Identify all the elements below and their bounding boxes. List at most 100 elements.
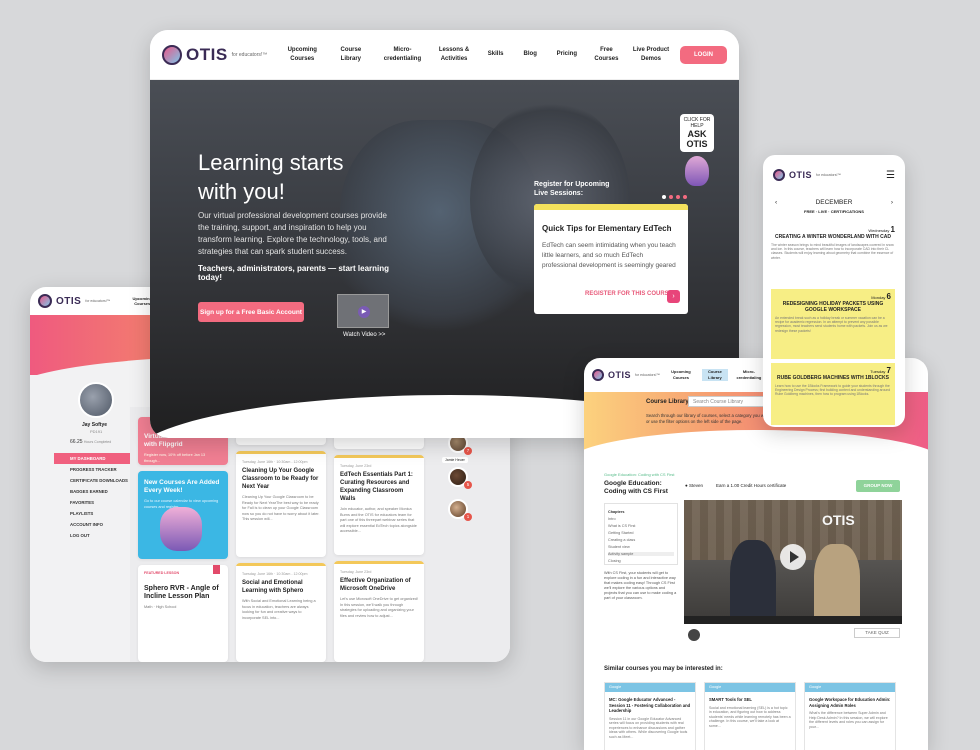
carousel-dots[interactable] bbox=[662, 195, 687, 199]
watch-video-link[interactable]: Watch Video >> bbox=[343, 332, 385, 338]
video-player[interactable]: OTIS bbox=[684, 500, 902, 624]
course-desc: EdTech can seem intimidating when you te… bbox=[542, 242, 676, 269]
chapter-item[interactable]: Creating a class bbox=[608, 538, 674, 542]
similar-course-card[interactable]: Google Google Workspace for Education Ad… bbox=[804, 682, 896, 750]
nav-upcoming-courses[interactable]: Upcoming Courses bbox=[283, 46, 321, 64]
carousel-dot[interactable] bbox=[683, 195, 687, 199]
video-controls[interactable] bbox=[684, 616, 902, 624]
notification-badge: 1 bbox=[464, 513, 472, 521]
hamburger-menu-icon[interactable]: ☰ bbox=[886, 170, 895, 181]
course-card[interactable]: Tuesday, June 16th · 10:30am - 12:00pm C… bbox=[236, 451, 326, 557]
card-accent bbox=[236, 563, 326, 566]
course-card[interactable]: Tuesday, June 16th · 10:30am - 12:00pm S… bbox=[236, 563, 326, 662]
course-title: Quick Tips for Elementary EdTech bbox=[542, 224, 672, 233]
chapter-item[interactable]: Activity sample bbox=[608, 552, 674, 556]
notification-badge: 7 bbox=[464, 447, 472, 455]
user-points: 66.25 Hours Completed bbox=[70, 439, 112, 445]
dashboard-feed: Virtual Pen Pals for ELLs with Flipgrid … bbox=[130, 407, 510, 662]
presenter-figure bbox=[814, 544, 860, 624]
instructor: ● Steven bbox=[685, 483, 703, 488]
certificate-info: Earn a 1.00 Credit Hours certificate bbox=[716, 483, 787, 488]
signup-button[interactable]: Sign up for a Free Basic Account bbox=[198, 302, 304, 322]
group-now-button[interactable]: GROUP NOW bbox=[856, 480, 900, 492]
nav-micro-credentialing[interactable]: Micro-credentialing bbox=[736, 369, 762, 381]
nav-lessons-activities[interactable]: Lessons & Activities bbox=[435, 46, 473, 64]
calendar-event[interactable]: Tuesday 7 RUBE GOLDBERG MACHINES WITH 1B… bbox=[771, 363, 895, 425]
similar-course-card[interactable]: Google MC: Google Educator Advanced - Se… bbox=[604, 682, 696, 750]
similar-courses-heading: Similar courses you may be interested in… bbox=[604, 666, 723, 672]
otis-logo[interactable]: OTIS for educators!™ bbox=[162, 44, 267, 65]
carousel-dot[interactable] bbox=[669, 195, 673, 199]
calendar-event[interactable]: Wednesday 1 CREATING A WINTER WONDERLAND… bbox=[771, 225, 895, 285]
chapters-list: Chapters Intro What is CS First Getting … bbox=[604, 503, 678, 565]
login-button[interactable]: LOGIN bbox=[680, 45, 727, 64]
mobile-calendar-window: OTIS for educators!™ ☰ ‹ DECEMBER › FREE ·… bbox=[763, 155, 905, 427]
card-accent bbox=[334, 561, 424, 564]
course-description: With CS First, your students will get to… bbox=[604, 571, 677, 600]
presenter-figure bbox=[730, 540, 776, 624]
nav-blog[interactable]: Blog bbox=[518, 50, 542, 59]
camera-icon[interactable] bbox=[688, 629, 700, 641]
owl-mascot-icon bbox=[162, 44, 182, 65]
breadcrumb[interactable]: Google Education: Coding with CS First bbox=[604, 472, 674, 477]
course-card[interactable]: Quick Tips for Elementary EdTech EdTech … bbox=[534, 204, 688, 314]
play-icon[interactable]: ▶ bbox=[358, 306, 370, 318]
owl-mascot-icon bbox=[38, 294, 52, 308]
nav-pricing[interactable]: Pricing bbox=[553, 50, 581, 59]
ask-otis-bubble[interactable]: CLICK FOR HELP ASK OTIS bbox=[680, 114, 714, 152]
hero-title: Learning starts with you! bbox=[198, 150, 344, 204]
nav-course-library[interactable]: Course Library bbox=[332, 46, 370, 64]
video-thumbnail[interactable]: ▶ bbox=[337, 294, 389, 328]
course-card[interactable]: Tuesday, June 23rd Effective Organizatio… bbox=[334, 561, 424, 662]
top-nav: OTIS for educators!™ Upcoming Courses Co… bbox=[150, 30, 739, 80]
nav-live-product-demos[interactable]: Live Product Demos bbox=[632, 46, 670, 64]
carousel-dot[interactable] bbox=[676, 195, 680, 199]
chapter-item[interactable]: Getting Started bbox=[608, 531, 674, 535]
play-icon[interactable] bbox=[780, 544, 806, 570]
course-card[interactable]: Tuesday, June 23rd EdTech Essentials Par… bbox=[334, 455, 424, 555]
avatar-name: Jamie Heuer bbox=[442, 457, 468, 463]
take-quiz-button[interactable]: TAKE QUIZ bbox=[854, 628, 900, 638]
notification-badge: 5 bbox=[464, 481, 472, 489]
course-title: Google Education: Coding with CS First bbox=[604, 480, 668, 495]
register-course-link[interactable]: REGISTER FOR THIS COURSE: bbox=[585, 291, 675, 297]
featured-label: FEATURED LESSON bbox=[144, 571, 180, 575]
mobile-header: OTIS for educators!™ ☰ bbox=[763, 155, 905, 195]
chevron-right-icon[interactable]: › bbox=[891, 199, 893, 206]
course-library-label: Course Library: bbox=[646, 399, 691, 405]
promo-title: New Courses Are Added Every Week! bbox=[144, 479, 220, 494]
lesson-title: Sphero RVR - Angle of Incline Lesson Pla… bbox=[144, 585, 219, 600]
owl-mascot-icon bbox=[592, 369, 604, 381]
otis-logo[interactable]: OTIS for educators!™ bbox=[773, 169, 841, 181]
nav-links: Upcoming Courses Course Library Micro-cr… bbox=[283, 46, 670, 64]
otis-logo[interactable]: OTIS for educators!™ bbox=[592, 369, 660, 381]
video-logo: OTIS bbox=[822, 512, 855, 528]
avatar[interactable] bbox=[78, 382, 114, 418]
lesson-meta: Math · High School bbox=[144, 605, 177, 609]
calendar-event[interactable]: Monday 6 REDESIGNING HOLIDAY PACKETS USI… bbox=[771, 289, 895, 359]
nav-skills[interactable]: Skills bbox=[484, 50, 508, 59]
promo-card[interactable]: New Courses Are Added Every Week! Go to … bbox=[138, 471, 228, 559]
owl-mascot-icon bbox=[773, 169, 785, 181]
card-accent bbox=[236, 451, 326, 454]
chapter-item[interactable]: Student view bbox=[608, 545, 674, 549]
hero-body: Our virtual professional development cou… bbox=[198, 211, 387, 256]
ask-otis-widget[interactable]: CLICK FOR HELP ASK OTIS bbox=[680, 114, 714, 192]
similar-course-card[interactable]: Google SMART Tools for SEL Social and em… bbox=[704, 682, 796, 750]
carousel-dot[interactable] bbox=[662, 195, 666, 199]
chapter-item[interactable]: What is CS First bbox=[608, 524, 674, 528]
card-accent bbox=[534, 204, 688, 210]
nav-free-courses[interactable]: Free Courses bbox=[591, 46, 621, 64]
featured-lesson-card[interactable]: FEATURED LESSON Sphero RVR - Angle of In… bbox=[138, 565, 228, 662]
nav-upcoming-courses[interactable]: Upcoming Courses bbox=[668, 369, 694, 381]
otis-logo[interactable]: OTIS for educators!™ bbox=[38, 294, 110, 308]
bookmark-icon[interactable] bbox=[213, 565, 220, 574]
nav-micro-credentialing[interactable]: Micro-credentialing bbox=[380, 46, 424, 64]
chapter-item[interactable]: Closing bbox=[608, 559, 674, 563]
chevron-left-icon[interactable]: ‹ bbox=[775, 199, 777, 206]
card-accent bbox=[334, 455, 424, 458]
calendar-legend: FREE · LIVE · CERTIFICATIONS bbox=[804, 209, 864, 214]
go-button[interactable]: › bbox=[667, 290, 680, 303]
nav-course-library[interactable]: Course Library bbox=[701, 369, 728, 381]
chapter-item[interactable]: Intro bbox=[608, 517, 674, 521]
